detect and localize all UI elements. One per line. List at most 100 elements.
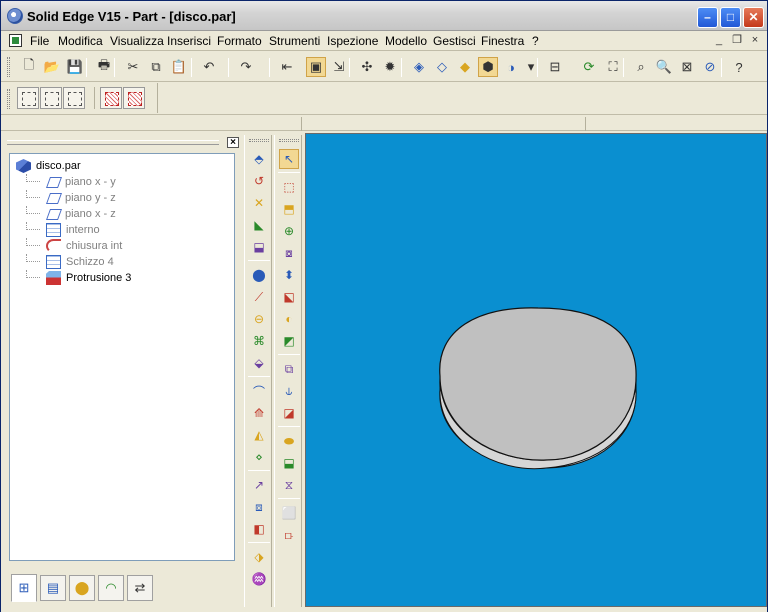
feature-tool-icon[interactable]: ↖	[279, 149, 299, 169]
new-icon[interactable]: 🗋	[19, 57, 39, 77]
feature-tool-icon[interactable]: ⧈	[249, 497, 269, 517]
minimize-button[interactable]: –	[697, 7, 718, 28]
open-icon[interactable]: 📂	[42, 57, 62, 77]
tree-item[interactable]: piano x - z	[26, 206, 116, 222]
rotate-icon[interactable]: ⟳	[579, 57, 599, 77]
feature-tool-icon[interactable]: ⬒	[279, 199, 299, 219]
insert-object-icon[interactable]: ⇤	[277, 57, 297, 77]
menu-strumenti[interactable]: Strumenti	[269, 34, 320, 48]
copy-icon[interactable]: ⧉	[146, 57, 166, 77]
feature-tool-icon[interactable]: ⬗	[249, 547, 269, 567]
tree-item[interactable]: Schizzo 4	[26, 254, 114, 270]
menu-inserisci[interactable]: Inserisci	[167, 34, 211, 48]
feature-tool-icon[interactable]: ◣	[249, 215, 269, 235]
undo-icon[interactable]: ↶	[199, 57, 219, 77]
toolbar-grip[interactable]	[249, 139, 269, 142]
feature-tool-icon[interactable]: ⧇	[279, 243, 299, 263]
tab-relationships[interactable]: ⇄	[127, 575, 153, 601]
sketch-view-icon[interactable]	[17, 87, 39, 109]
print-icon[interactable]: 🖶	[94, 57, 114, 77]
shaded-icon[interactable]: ⬢	[478, 57, 498, 77]
menu-gestisci[interactable]: Gestisci	[433, 34, 476, 48]
feature-tool-icon[interactable]: ◪	[279, 403, 299, 423]
tree-item[interactable]: Protrusione 3	[26, 270, 131, 286]
panel-grip[interactable]	[7, 140, 219, 145]
close-button[interactable]: ✕	[743, 7, 764, 28]
3d-viewport[interactable]	[305, 133, 767, 607]
feature-tool-icon[interactable]: ⬤	[249, 265, 269, 285]
help-icon[interactable]: ?	[729, 57, 749, 77]
feature-tool-icon[interactable]: ⟋	[249, 287, 269, 307]
menu-visualizza[interactable]: Visualizza	[110, 34, 164, 48]
toolbar-grip[interactable]	[7, 89, 10, 109]
document-icon[interactable]	[9, 34, 22, 47]
hide-icon[interactable]: ⊟	[545, 57, 565, 77]
feature-tool-icon[interactable]: ⫝	[279, 381, 299, 401]
feature-tool-icon[interactable]: ⋄	[249, 447, 269, 467]
sketch-plane-icon[interactable]	[40, 87, 62, 109]
fit-window-icon[interactable]: ⊠	[677, 57, 697, 77]
feature-tool-icon[interactable]: ⬜	[279, 503, 299, 523]
feature-tool-icon[interactable]: ⬙	[249, 353, 269, 373]
feature-tool-icon[interactable]: ⟰	[249, 403, 269, 423]
tree-item[interactable]: piano y - z	[26, 190, 116, 206]
color-icon[interactable]: ✹	[380, 57, 400, 77]
feature-tool-icon[interactable]: ◩	[279, 331, 299, 351]
mdi-minimize-button[interactable]: _	[711, 33, 727, 48]
feature-tool-icon[interactable]: ⟥	[279, 525, 299, 545]
view-iso-icon[interactable]: ◈	[409, 57, 429, 77]
select-tools-icon[interactable]: ✣	[357, 57, 377, 77]
solid-edge-app-icon[interactable]	[7, 8, 23, 24]
feature-tool-icon[interactable]: ♒	[249, 569, 269, 589]
feature-tool-icon[interactable]: ⊖	[249, 309, 269, 329]
sketch-list-icon[interactable]	[63, 87, 85, 109]
spin-icon[interactable]: ⊘	[700, 57, 720, 77]
sphere-icon[interactable]: ◑	[501, 57, 521, 77]
model-canvas[interactable]	[306, 134, 767, 607]
menu-formato[interactable]: Formato	[217, 34, 262, 48]
feature-tool-icon[interactable]: ⬘	[249, 149, 269, 169]
feature-tool-icon[interactable]: ⬚	[279, 177, 299, 197]
feature-tool-icon[interactable]: ⬓	[279, 453, 299, 473]
tab-sensors[interactable]: ⬤	[69, 575, 95, 601]
title-bar[interactable]: Solid Edge V15 - Part - [disco.par] – □ …	[1, 1, 767, 31]
menu-file[interactable]: File	[30, 34, 49, 48]
tab-feature-pathfinder[interactable]: ⊞	[11, 574, 37, 602]
tree-root-item[interactable]: disco.par	[16, 158, 81, 174]
feature-tool-icon[interactable]: ⬕	[279, 287, 299, 307]
feature-tool-icon[interactable]: ⬓	[249, 237, 269, 257]
feature-tool-icon[interactable]: ↺	[249, 171, 269, 191]
tree-item[interactable]: chiusura int	[26, 238, 122, 254]
feature-tool-icon[interactable]: ↗	[249, 475, 269, 495]
relations-icon[interactable]	[100, 87, 122, 109]
view-dropdown-icon[interactable]: ▾	[521, 57, 541, 77]
feature-tool-icon[interactable]: ⧖	[279, 475, 299, 495]
view-yellow-icon[interactable]: ◆	[455, 57, 475, 77]
pathfinder-icon[interactable]: ⇲	[329, 57, 349, 77]
feature-tool-icon[interactable]: ⬍	[279, 265, 299, 285]
disc-model[interactable]	[439, 307, 637, 470]
view-dim-icon[interactable]: ◇	[432, 57, 452, 77]
feature-tool-icon[interactable]: ⬬	[279, 431, 299, 451]
redo-icon[interactable]: ↷	[236, 57, 256, 77]
feature-tool-icon[interactable]: ◐	[279, 309, 299, 329]
toolbar-grip[interactable]	[7, 57, 10, 77]
feature-tool-icon[interactable]: ⧉	[279, 359, 299, 379]
feature-tool-icon[interactable]: ⌘	[249, 331, 269, 351]
close-icon[interactable]: ×	[227, 137, 239, 148]
zoom-area-icon[interactable]: ⌕	[631, 57, 651, 77]
feature-tool-icon[interactable]: ◧	[249, 519, 269, 539]
cut-icon[interactable]: ✂	[123, 57, 143, 77]
tab-features-library[interactable]: ◠	[98, 575, 124, 601]
tab-layers[interactable]: ▤	[40, 575, 66, 601]
constraints-icon[interactable]	[123, 87, 145, 109]
menu-finestra[interactable]: Finestra	[481, 34, 524, 48]
maximize-button[interactable]: □	[720, 7, 741, 28]
tree-item[interactable]: piano x - y	[26, 174, 116, 190]
zoom-icon[interactable]: 🔍	[654, 57, 674, 77]
menu-ispezione[interactable]: Ispezione	[327, 34, 378, 48]
mdi-close-button[interactable]: ×	[747, 33, 763, 48]
sketch-mode-icon[interactable]: ▣	[306, 57, 326, 77]
mdi-restore-button[interactable]: ❐	[729, 33, 745, 48]
feature-tool-icon[interactable]: ◭	[249, 425, 269, 445]
